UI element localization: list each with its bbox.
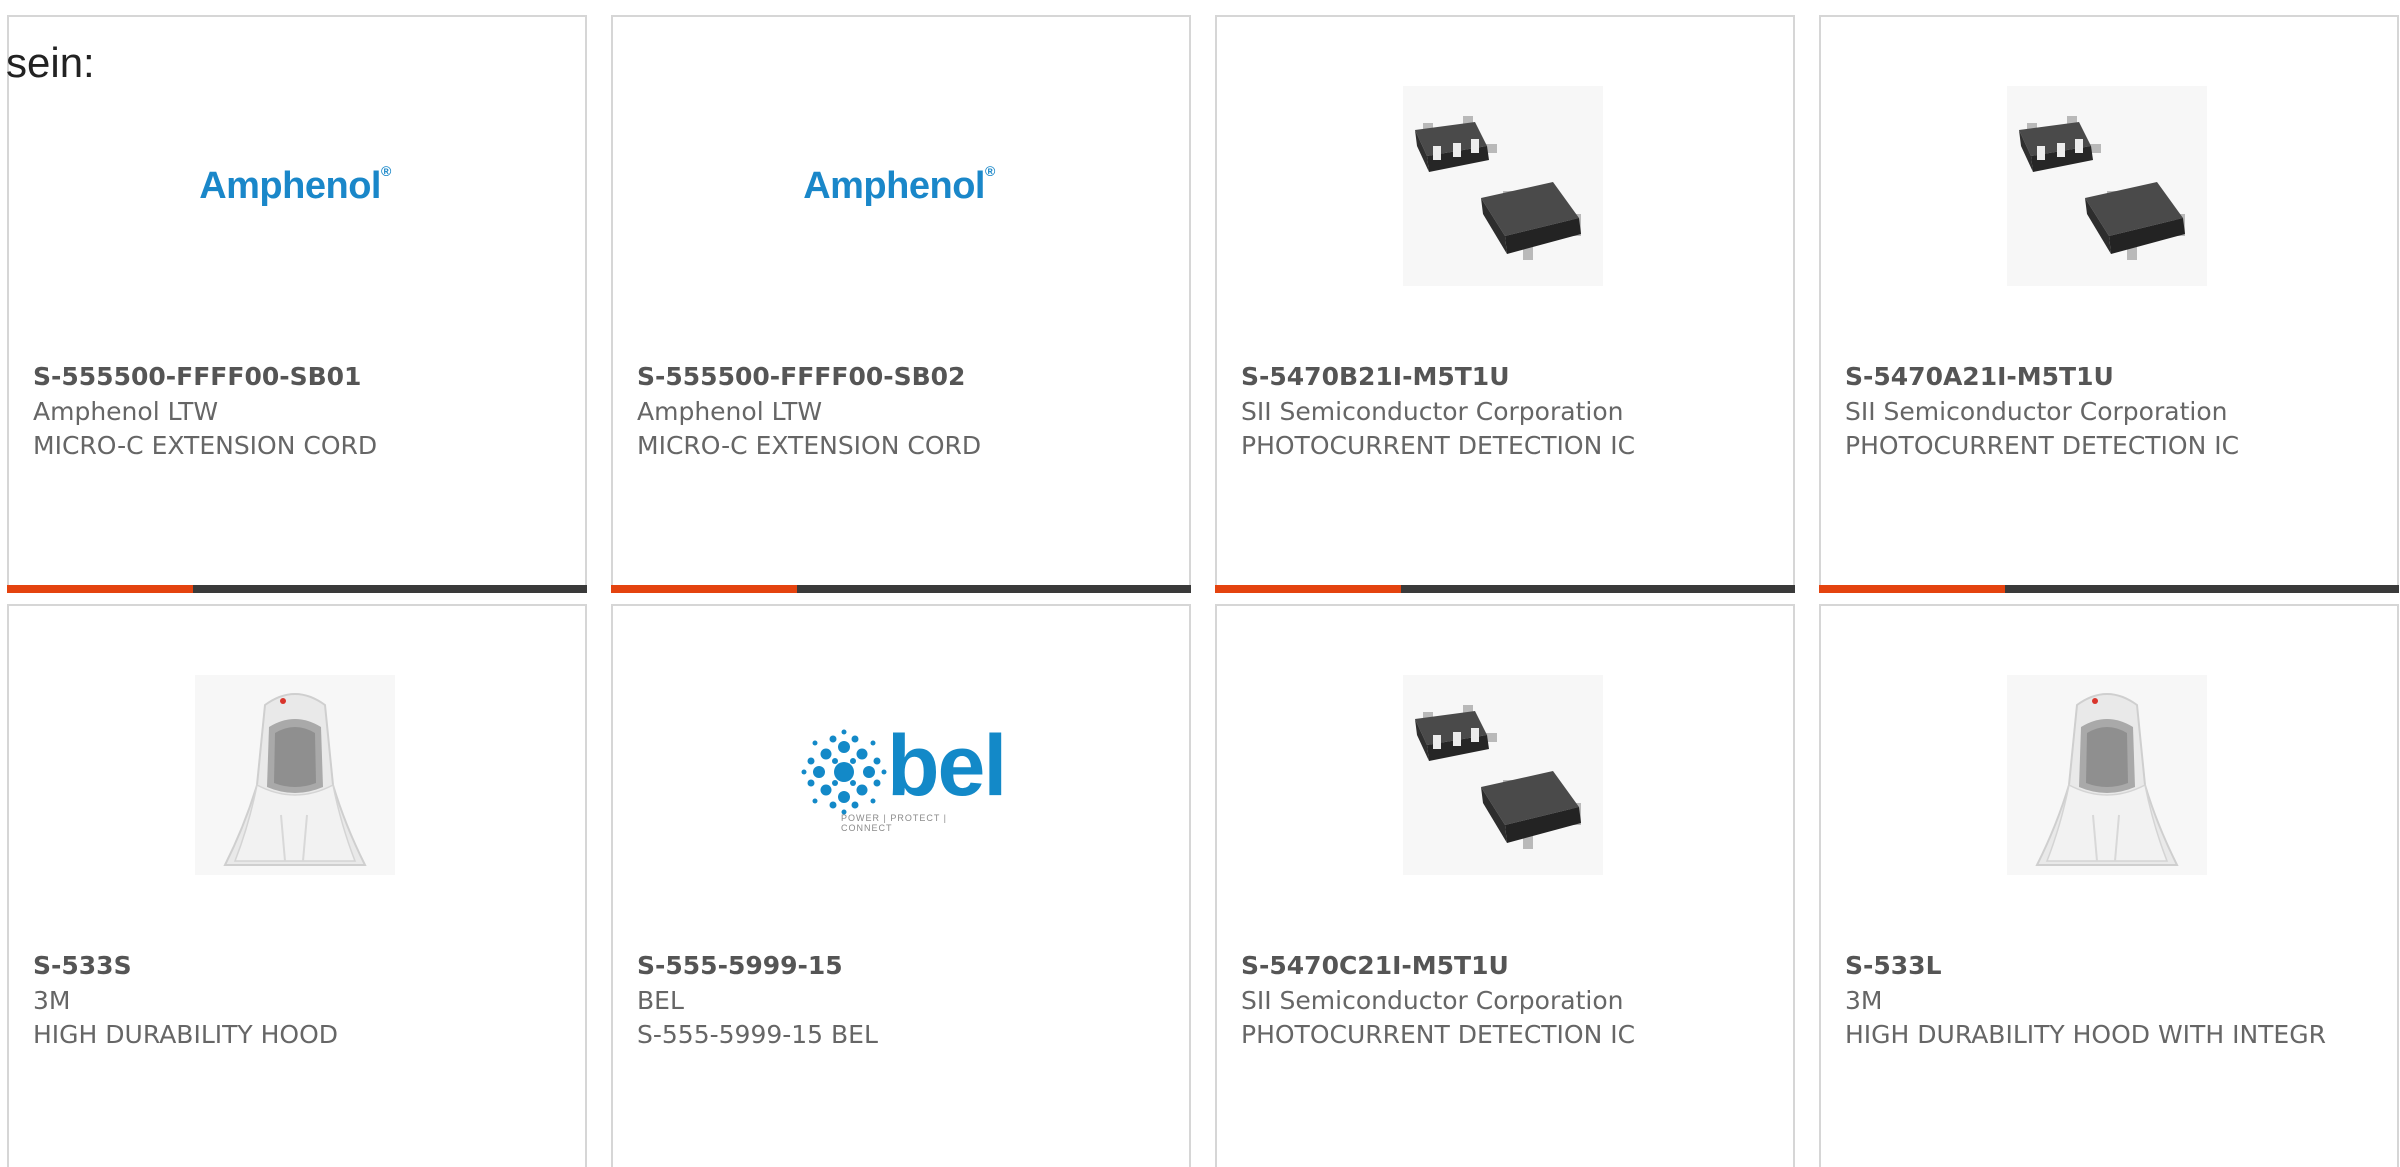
bel-wordmark: bel (887, 718, 1007, 814)
progress-bar-fill (611, 585, 797, 593)
product-card[interactable]: S-5470B21I-M5T1U SII Semiconductor Corpo… (1215, 15, 1795, 593)
hood-photo (2007, 675, 2207, 875)
amphenol-logo: Amphenol® (199, 162, 391, 207)
product-card[interactable]: S-533L 3M HIGH DURABILITY HOOD WITH INTE… (1819, 604, 2399, 1167)
page-heading: sein: (6, 39, 95, 86)
product-image[interactable]: Amphenol® (799, 86, 999, 286)
part-number[interactable]: S-555-5999-15 (637, 949, 1157, 984)
progress-bar (611, 585, 1191, 593)
progress-bar (1215, 585, 1795, 593)
manufacturer: SII Semiconductor Corporation (1845, 396, 2228, 426)
part-number[interactable]: S-533L (1845, 949, 2365, 984)
manufacturer: BEL (637, 985, 684, 1015)
progress-bar-fill (1215, 585, 1401, 593)
sot-chip-photo (2007, 86, 2207, 286)
product-card[interactable]: S-5470C21I-M5T1U SII Semiconductor Corpo… (1215, 604, 1795, 1167)
progress-bar (7, 585, 587, 593)
part-number[interactable]: S-533S (33, 949, 553, 984)
product-card[interactable]: S-5470A21I-M5T1U SII Semiconductor Corpo… (1819, 15, 2399, 593)
product-image[interactable] (2007, 86, 2207, 286)
bel-globe-icon (801, 729, 887, 815)
description: PHOTOCURRENT DETECTION IC (1845, 431, 2240, 460)
sot-chip-photo (1403, 675, 1603, 875)
product-card[interactable]: Amphenol® S-555500-FFFF00-SB01 Amphenol … (7, 15, 587, 593)
manufacturer: SII Semiconductor Corporation (1241, 985, 1624, 1015)
part-number[interactable]: S-555500-FFFF00-SB02 (637, 360, 1157, 395)
manufacturer: Amphenol LTW (637, 396, 823, 426)
sot-chip-photo (1403, 86, 1603, 286)
product-card[interactable]: S-533S 3M HIGH DURABILITY HOOD (7, 604, 587, 1167)
progress-bar-fill (7, 585, 193, 593)
bel-tagline: POWER | PROTECT | CONNECT (841, 813, 948, 833)
amphenol-logo: Amphenol® (803, 162, 995, 207)
product-image[interactable] (2007, 675, 2207, 875)
part-number[interactable]: S-5470C21I-M5T1U (1241, 949, 1761, 984)
manufacturer: 3M (1845, 985, 1883, 1015)
description: PHOTOCURRENT DETECTION IC (1241, 1020, 1636, 1049)
part-number[interactable]: S-5470B21I-M5T1U (1241, 360, 1761, 395)
description: HIGH DURABILITY HOOD (33, 1020, 339, 1049)
product-image[interactable]: bel POWER | PROTECT | CONNECT (799, 675, 1007, 875)
description: MICRO-C EXTENSION CORD (33, 431, 378, 460)
product-image[interactable]: Amphenol® (195, 86, 395, 286)
manufacturer: Amphenol LTW (33, 396, 219, 426)
part-number[interactable]: S-555500-FFFF00-SB01 (33, 360, 553, 395)
product-card[interactable]: bel POWER | PROTECT | CONNECT S-555-5999… (611, 604, 1191, 1167)
description: MICRO-C EXTENSION CORD (637, 431, 982, 460)
description: PHOTOCURRENT DETECTION IC (1241, 431, 1636, 460)
description: HIGH DURABILITY HOOD WITH INTEGR (1845, 1020, 2326, 1049)
bel-logo: bel POWER | PROTECT | CONNECT (799, 718, 1007, 833)
manufacturer: 3M (33, 985, 71, 1015)
progress-bar-fill (1819, 585, 2005, 593)
part-number[interactable]: S-5470A21I-M5T1U (1845, 360, 2365, 395)
manufacturer: SII Semiconductor Corporation (1241, 396, 1624, 426)
product-image[interactable] (1403, 675, 1603, 875)
product-card[interactable]: Amphenol® S-555500-FFFF00-SB02 Amphenol … (611, 15, 1191, 593)
progress-bar (1819, 585, 2399, 593)
product-image[interactable] (1403, 86, 1603, 286)
product-image[interactable] (195, 675, 395, 875)
description: S-555-5999-15 BEL (637, 1020, 878, 1049)
hood-photo (195, 675, 395, 875)
